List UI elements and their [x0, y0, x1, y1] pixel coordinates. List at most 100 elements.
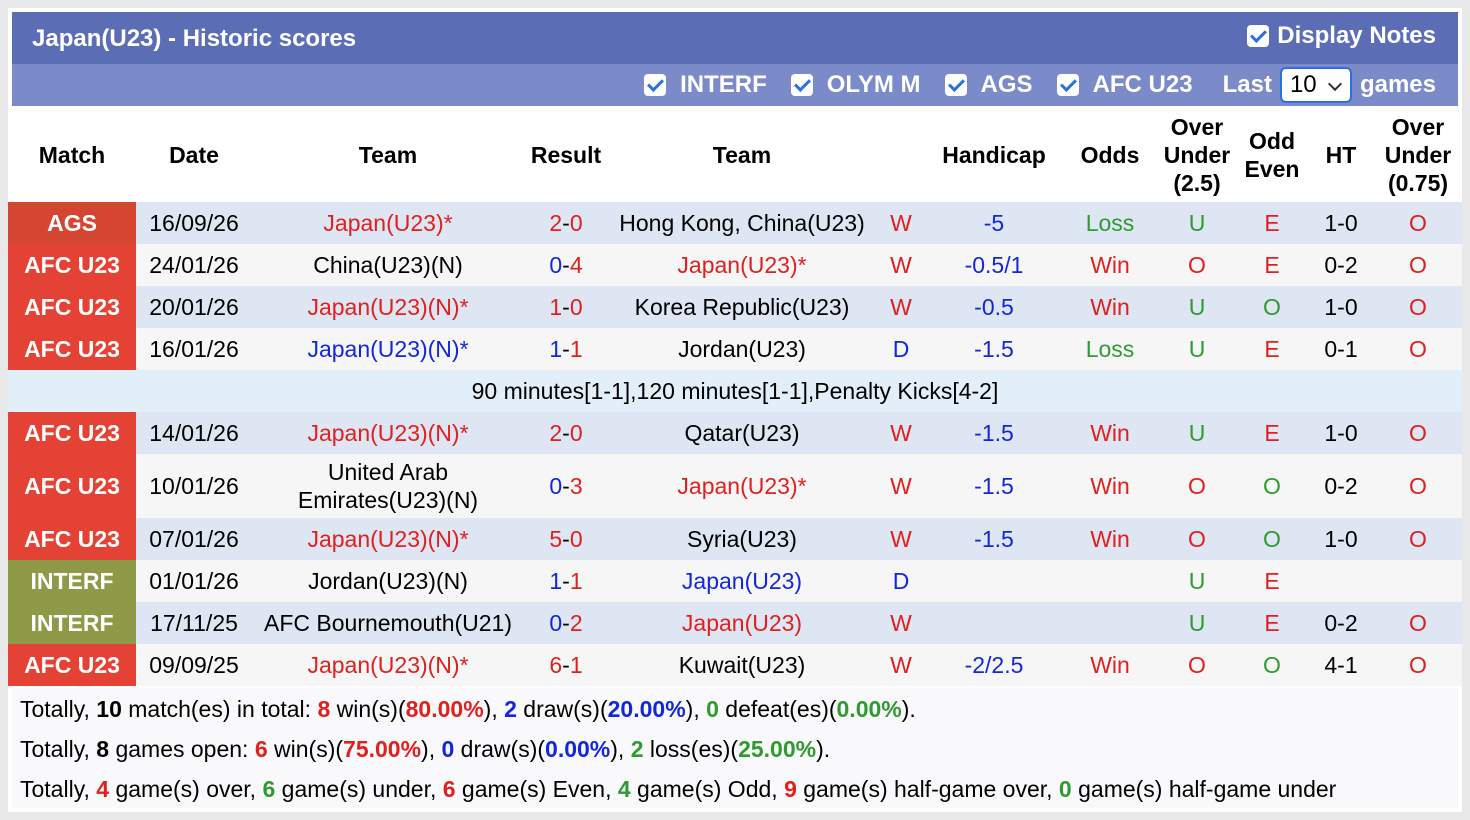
col-team-away: Team — [608, 108, 876, 202]
home-team-link[interactable]: Japan(U23)(N)* — [252, 286, 524, 328]
last-label: Last — [1222, 71, 1272, 98]
ht-score-cell: 1-0 — [1308, 518, 1374, 560]
filter-olym-m-checkbox[interactable] — [790, 74, 813, 96]
col-over-under-ht: Over Under (0.75) — [1374, 108, 1462, 202]
over-under-cell: U — [1158, 286, 1236, 328]
away-team-link[interactable]: Qatar(U23) — [608, 412, 876, 454]
score-dash: - — [562, 335, 570, 362]
away-team-link[interactable]: Japan(U23) — [608, 560, 876, 602]
last-games-select[interactable]: 10 — [1279, 67, 1352, 103]
table-row: AFC U23 24/01/26 China(U23)(N) 0-4 Japan(U23… — [8, 244, 1462, 286]
match-type-cell: INTERF — [8, 560, 136, 602]
date-cell: 10/01/26 — [136, 454, 252, 518]
handicap-cell: -0.5 — [926, 286, 1062, 328]
date-cell: 20/01/26 — [136, 286, 252, 328]
over-under-cell: U — [1158, 412, 1236, 454]
match-type-cell: AGS — [8, 202, 136, 244]
filter-bar: INTERF OLYM M AGS AFC U23 Last 10 games — [12, 64, 1458, 106]
away-team-link[interactable]: Kuwait(U23) — [608, 644, 876, 686]
table-header-row: Match Date Team Result Team Handicap Odd… — [8, 108, 1462, 202]
table-row: AFC U23 20/01/26 Japan(U23)(N)* 1-0 Korea Re… — [8, 286, 1462, 328]
away-score: 0 — [569, 293, 583, 320]
filter-interf[interactable]: INTERF — [644, 71, 767, 99]
odd-even-cell: O — [1236, 518, 1308, 560]
home-score: 6 — [549, 651, 563, 678]
away-team-link[interactable]: Syria(U23) — [608, 518, 876, 560]
away-team-link[interactable]: Hong Kong, China(U23) — [608, 202, 876, 244]
summary-line-overunder: Totally, 4 game(s) over, 6 game(s) under… — [20, 776, 1337, 802]
score-dash: - — [562, 609, 570, 636]
table-row: AFC U23 14/01/26 Japan(U23)(N)* 2-0 Qatar(U2… — [8, 412, 1462, 454]
over-under-ht-cell: O — [1374, 518, 1462, 560]
result-cell: 0-2 — [524, 602, 608, 644]
away-team-link[interactable]: Jordan(U23) — [608, 328, 876, 370]
filter-interf-checkbox[interactable] — [644, 74, 667, 96]
filter-olym-m-label: OLYM M — [826, 71, 921, 98]
date-cell: 14/01/26 — [136, 412, 252, 454]
home-team-link[interactable]: Japan(U23)(N)* — [252, 644, 524, 686]
odd-even-cell: E — [1236, 560, 1308, 602]
home-team-link[interactable]: Japan(U23)(N)* — [252, 412, 524, 454]
away-score: 0 — [569, 209, 583, 236]
date-cell: 24/01/26 — [136, 244, 252, 286]
filter-afc-u23-label: AFC U23 — [1092, 71, 1193, 98]
away-team-link[interactable]: Korea Republic(U23) — [608, 286, 876, 328]
home-score: 0 — [549, 472, 563, 499]
over-under-cell: U — [1158, 560, 1236, 602]
home-score: 1 — [549, 335, 563, 362]
result-cell: 6-1 — [524, 644, 608, 686]
outcome-cell: W — [876, 518, 926, 560]
date-cell: 09/09/25 — [136, 644, 252, 686]
ht-score-cell: 0-2 — [1308, 454, 1374, 518]
filter-afc-u23-checkbox[interactable] — [1056, 74, 1079, 96]
handicap-cell: -5 — [926, 202, 1062, 244]
home-team-link[interactable]: AFC Bournemouth(U21) — [252, 602, 524, 644]
ht-score-cell: 1-0 — [1308, 286, 1374, 328]
score-dash: - — [562, 251, 570, 278]
away-score: 0 — [569, 525, 583, 552]
odd-even-cell: O — [1236, 644, 1308, 686]
over-under-ht-cell: O — [1374, 454, 1462, 518]
home-team-link[interactable]: United Arab Emirates(U23)(N) — [252, 454, 524, 518]
display-notes-checkbox[interactable] — [1247, 25, 1270, 47]
filter-interf-label: INTERF — [680, 71, 767, 98]
display-notes-toggle[interactable]: Display Notes — [1247, 22, 1436, 50]
score-dash: - — [562, 651, 570, 678]
odds-result-cell: Win — [1062, 412, 1158, 454]
match-type-cell: AFC U23 — [8, 328, 136, 370]
home-score: 0 — [549, 251, 563, 278]
away-team-link[interactable]: Japan(U23) — [608, 602, 876, 644]
home-team-link[interactable]: Japan(U23)(N)* — [252, 518, 524, 560]
display-notes-label: Display Notes — [1277, 22, 1436, 49]
odd-even-cell: E — [1236, 412, 1308, 454]
home-team-link[interactable]: China(U23)(N) — [252, 244, 524, 286]
date-cell: 16/01/26 — [136, 328, 252, 370]
historic-scores-panel: Japan(U23) - Historic scores Display Not… — [8, 8, 1462, 812]
outcome-cell: W — [876, 644, 926, 686]
ht-score-cell: 4-1 — [1308, 644, 1374, 686]
over-under-cell: U — [1158, 328, 1236, 370]
odds-result-cell — [1062, 560, 1158, 602]
summary-line-matches: Totally, 10 match(es) in total: 8 win(s)… — [20, 696, 916, 722]
table-row: INTERF 17/11/25 AFC Bournemouth(U21) 0-2 Jap… — [8, 602, 1462, 644]
home-team-link[interactable]: Japan(U23)(N)* — [252, 328, 524, 370]
ht-score-cell — [1308, 560, 1374, 602]
away-score: 1 — [569, 567, 583, 594]
filter-olym-m[interactable]: OLYM M — [790, 71, 921, 99]
handicap-cell — [926, 560, 1062, 602]
panel-title: Japan(U23) - Historic scores — [32, 25, 357, 52]
odd-even-cell: E — [1236, 244, 1308, 286]
outcome-cell: D — [876, 560, 926, 602]
home-team-link[interactable]: Jordan(U23)(N) — [252, 560, 524, 602]
last-games-value: 10 — [1289, 71, 1317, 98]
col-handicap: Handicap — [926, 108, 1062, 202]
filter-afc-u23[interactable]: AFC U23 — [1056, 71, 1193, 99]
home-team-link[interactable]: Japan(U23)* — [252, 202, 524, 244]
away-team-link[interactable]: Japan(U23)* — [608, 454, 876, 518]
filter-ags[interactable]: AGS — [944, 71, 1033, 99]
over-under-ht-cell: O — [1374, 328, 1462, 370]
odd-even-cell: E — [1236, 328, 1308, 370]
handicap-cell: -1.5 — [926, 518, 1062, 560]
away-team-link[interactable]: Japan(U23)* — [608, 244, 876, 286]
filter-ags-checkbox[interactable] — [944, 74, 967, 96]
